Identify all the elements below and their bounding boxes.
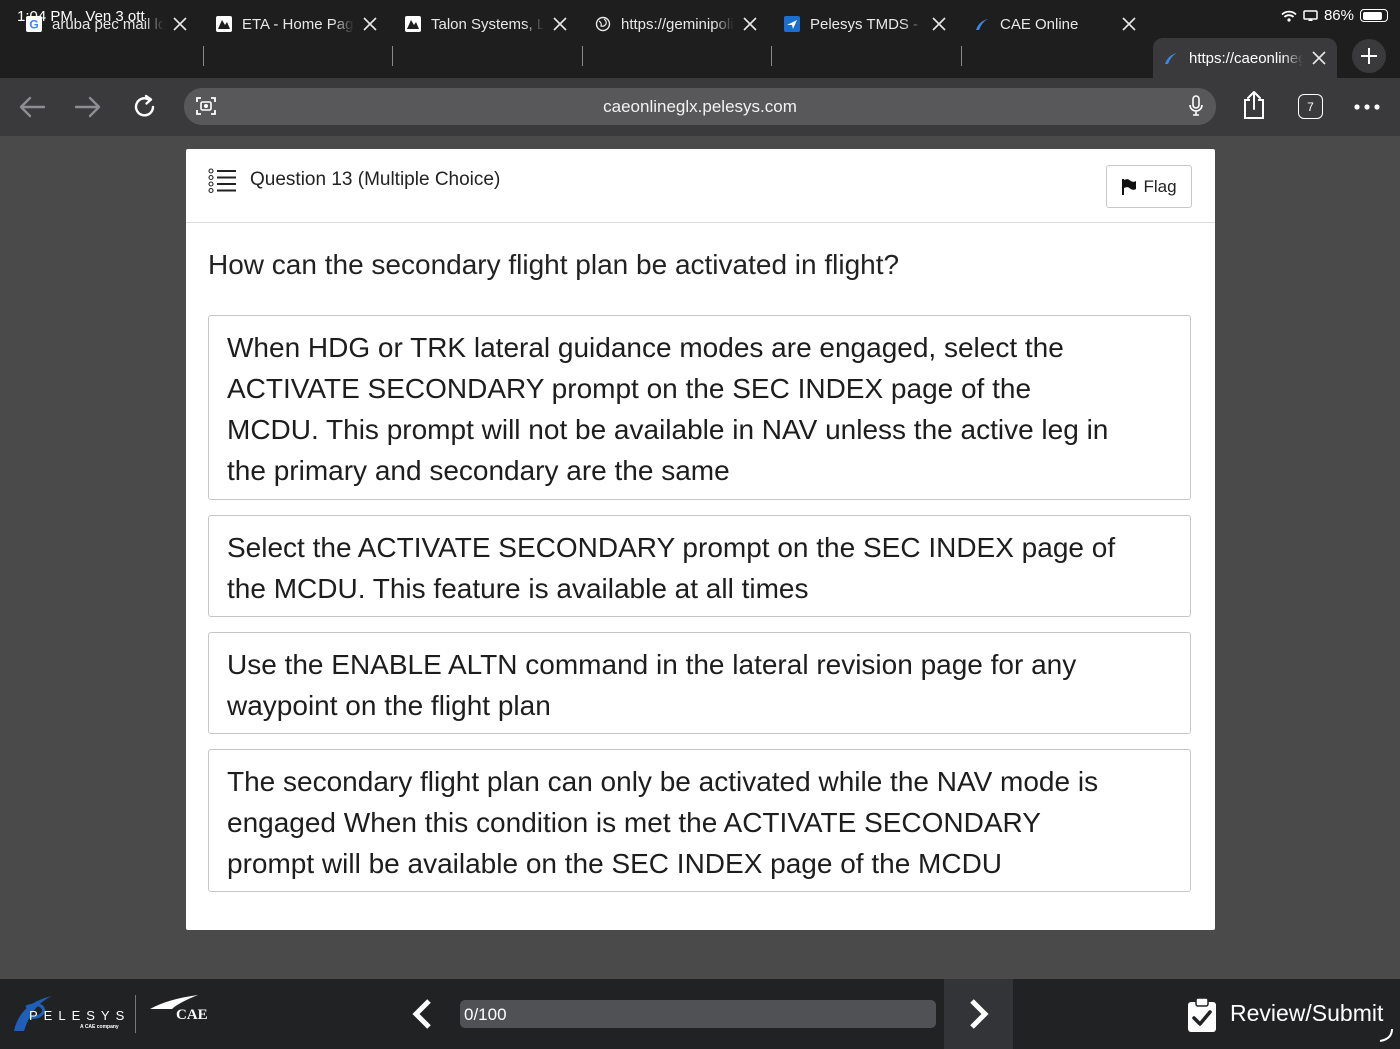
back-button[interactable] <box>16 92 48 122</box>
voice-search-button[interactable] <box>1180 91 1212 121</box>
arrow-left-icon <box>19 96 46 118</box>
answer-option-text: The secondary flight plan can only be ac… <box>227 766 1099 879</box>
battery-icon <box>1360 9 1388 22</box>
svg-text:G: G <box>29 18 38 32</box>
pelesys-swoosh-icon <box>1163 50 1179 66</box>
tab-cae-online[interactable]: CAE Online <box>974 6 1139 42</box>
previous-question-button[interactable] <box>404 996 440 1032</box>
plus-icon <box>1361 48 1377 64</box>
resize-handle-icon <box>1379 1028 1393 1042</box>
answer-option-text: Select the ACTIVATE SECONDARY prompt on … <box>227 532 1116 604</box>
pelesys-wordmark: PELESYS <box>29 1008 131 1023</box>
progress-text: 0/100 <box>464 1005 507 1024</box>
tab-aruba-pec[interactable]: G aruba pec mail login <box>26 6 190 42</box>
close-icon[interactable] <box>360 14 380 34</box>
flag-button[interactable]: Flag <box>1106 165 1192 208</box>
tab-title: https://geminipolis <box>621 15 734 33</box>
status-indicators: 86% <box>1281 7 1388 24</box>
wifi-icon <box>1281 10 1297 22</box>
tab-overview-button[interactable]: 7 <box>1298 94 1323 119</box>
answer-option-4[interactable]: The secondary flight plan can only be ac… <box>208 749 1191 892</box>
close-icon[interactable] <box>550 14 570 34</box>
close-icon[interactable] <box>929 14 949 34</box>
plane-icon <box>784 16 800 32</box>
question-header-bar: Question 13 (Multiple Choice) Flag <box>186 149 1215 223</box>
browser-toolbar: caeonlineglx.pelesys.com <box>0 78 1400 136</box>
answer-option-text: When HDG or TRK lateral guidance modes a… <box>227 332 1109 486</box>
battery-percent: 86% <box>1323 7 1354 24</box>
close-icon[interactable] <box>170 14 190 34</box>
pelesys-swoosh-icon <box>974 16 990 32</box>
globe-icon <box>595 16 611 32</box>
share-icon <box>1244 91 1264 119</box>
exam-footer: PELESYS A CAE company CAE 0/100 Review/S… <box>0 979 1400 1049</box>
flag-icon <box>1122 178 1137 195</box>
close-icon[interactable] <box>740 14 760 34</box>
clipboard-check-icon[interactable] <box>1186 996 1218 1034</box>
tab-separator <box>771 46 772 66</box>
reload-icon <box>134 94 155 117</box>
logo-divider <box>135 995 136 1033</box>
talon-logo-icon <box>405 16 421 32</box>
tab-pelesys-tmds[interactable]: Pelesys TMDS - Login <box>784 6 949 42</box>
battery-level <box>1362 11 1383 20</box>
question-list-icon[interactable] <box>208 168 238 194</box>
tab-title: aruba pec mail login <box>52 15 164 33</box>
answer-option-1[interactable]: When HDG or TRK lateral guidance modes a… <box>208 315 1191 500</box>
next-question-button[interactable] <box>944 979 1013 1049</box>
google-g-icon: G <box>26 16 42 32</box>
new-tab-button[interactable] <box>1352 39 1386 73</box>
tab-title: Talon Systems, LLC <box>431 15 544 33</box>
flag-label: Flag <box>1143 176 1177 196</box>
answer-option-text: Use the ENABLE ALTN command in the later… <box>227 649 1077 721</box>
question-text: How can the secondary flight plan be act… <box>208 249 900 280</box>
tab-title: Pelesys TMDS - Login <box>810 15 923 33</box>
more-dots-icon <box>1354 104 1380 110</box>
tab-separator <box>582 46 583 66</box>
close-icon[interactable] <box>1309 48 1329 68</box>
chevron-right-icon <box>969 999 989 1029</box>
tab-title: ETA - Home Page <box>242 15 354 33</box>
tab-separator <box>392 46 393 66</box>
screen-mirroring-icon <box>1303 9 1318 21</box>
tab-separator <box>203 46 204 66</box>
answer-option-3[interactable]: Use the ENABLE ALTN command in the later… <box>208 632 1191 734</box>
forward-button[interactable] <box>72 92 104 122</box>
url-text: caeonlineglx.pelesys.com <box>603 97 797 116</box>
reload-button[interactable] <box>129 92 161 122</box>
tab-separator <box>961 46 962 66</box>
eta-logo-icon <box>216 16 232 32</box>
tab-caeonlineglx-active[interactable]: https://caeonlineglx <box>1153 38 1337 78</box>
tab-title: https://caeonlineglx <box>1189 49 1303 67</box>
question-card: Question 13 (Multiple Choice) Flag How c… <box>186 149 1215 930</box>
progress-bar: 0/100 <box>460 1000 936 1028</box>
answer-option-2[interactable]: Select the ACTIVATE SECONDARY prompt on … <box>208 515 1191 617</box>
tab-eta-home[interactable]: ETA - Home Page <box>216 6 380 42</box>
arrow-right-icon <box>74 96 101 118</box>
address-bar[interactable]: caeonlineglx.pelesys.com <box>184 88 1216 125</box>
tab-talon-systems[interactable]: Talon Systems, LLC <box>405 6 570 42</box>
chevron-left-icon <box>412 999 431 1029</box>
pelesys-logo: PELESYS A CAE company <box>12 993 132 1039</box>
tab-title: CAE Online <box>1000 15 1079 33</box>
pelesys-tagline: A CAE company <box>80 1024 119 1030</box>
review-submit-button[interactable]: Review/Submit <box>1230 1000 1383 1027</box>
cae-wordmark: CAE <box>176 1007 208 1023</box>
more-options-button[interactable] <box>1351 92 1383 122</box>
cae-logo: CAE <box>148 991 212 1027</box>
share-button[interactable] <box>1238 90 1270 120</box>
close-icon[interactable] <box>1119 14 1139 34</box>
question-number-title: Question 13 (Multiple Choice) <box>250 169 501 190</box>
tab-geminipolis[interactable]: https://geminipolis <box>595 6 760 42</box>
microphone-icon <box>1189 95 1203 116</box>
